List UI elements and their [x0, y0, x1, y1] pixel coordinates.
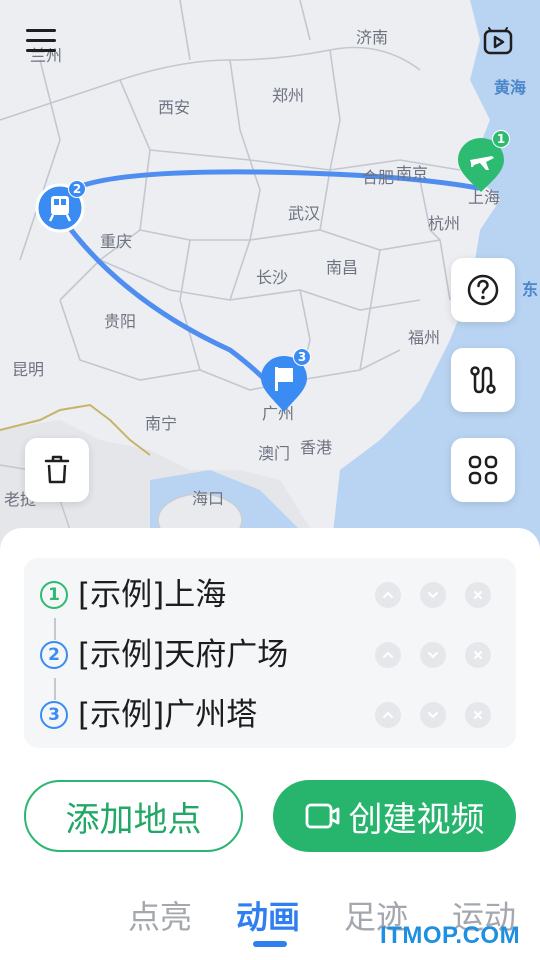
close-icon [474, 651, 482, 659]
marker-badge: 3 [293, 348, 311, 366]
video-camera-icon [305, 803, 339, 829]
city-label: 武汉 [288, 204, 321, 223]
city-label: 南宁 [145, 414, 178, 433]
stop-item[interactable]: 2 [示例]天府广场 [24, 630, 516, 680]
city-label: 南昌 [326, 258, 359, 277]
city-label: 贵阳 [104, 312, 137, 331]
route-button[interactable] [451, 348, 515, 412]
marker-plane[interactable]: 1 [456, 130, 510, 194]
video-play-icon [483, 27, 513, 55]
stop-number: 1 [40, 581, 68, 609]
move-up-button[interactable] [375, 702, 401, 728]
move-down-button[interactable] [420, 582, 446, 608]
hamburger-icon [26, 29, 56, 52]
delete-button[interactable] [25, 438, 89, 502]
marker-flag[interactable]: 3 [259, 348, 311, 414]
remove-stop-button[interactable] [465, 642, 491, 668]
close-icon [474, 591, 482, 599]
city-label: 济南 [356, 28, 389, 47]
city-label: 福州 [408, 328, 441, 347]
help-button[interactable] [451, 258, 515, 322]
move-up-button[interactable] [375, 642, 401, 668]
marker-train[interactable]: 2 [34, 180, 86, 234]
move-down-button[interactable] [420, 642, 446, 668]
close-icon [474, 711, 482, 719]
create-video-label: 创建视频 [348, 799, 485, 840]
city-label: 东 [522, 280, 539, 299]
stop-list: 1 [示例]上海 2 [示例]天府广场 3 [示例]广州塔 [24, 558, 516, 748]
stop-item[interactable]: 1 [示例]上海 [24, 570, 516, 620]
tab-animation[interactable]: 动画 [236, 892, 300, 938]
city-label: 重庆 [100, 232, 133, 251]
tab-light-up[interactable]: 点亮 [128, 892, 192, 938]
watermark: ITMOP.COM [380, 922, 521, 949]
stop-number: 3 [40, 701, 68, 729]
chevron-down-icon [428, 712, 438, 719]
menu-button[interactable] [24, 26, 58, 56]
move-down-button[interactable] [420, 702, 446, 728]
chevron-down-icon [428, 592, 438, 599]
city-label: 西安 [158, 98, 191, 117]
city-label: 海口 [192, 489, 225, 508]
add-place-button[interactable]: 添加地点 [24, 780, 243, 852]
city-label: 长沙 [256, 268, 289, 287]
remove-stop-button[interactable] [465, 582, 491, 608]
grid-icon [468, 455, 498, 485]
city-label: 郑州 [272, 86, 305, 105]
stop-name: [示例]天府广场 [78, 637, 289, 673]
stop-name: [示例]广州塔 [78, 697, 258, 733]
trash-icon [44, 455, 70, 484]
apps-button[interactable] [451, 438, 515, 502]
move-up-button[interactable] [375, 582, 401, 608]
route-icon [470, 366, 496, 394]
chevron-up-icon [383, 651, 393, 658]
remove-stop-button[interactable] [465, 702, 491, 728]
create-video-button[interactable]: 创建视频 [273, 780, 516, 852]
marker-badge: 2 [68, 180, 86, 198]
city-label: 香港 [300, 438, 333, 457]
stop-item[interactable]: 3 [示例]广州塔 [24, 690, 516, 740]
chevron-down-icon [428, 652, 438, 659]
marker-badge: 1 [492, 130, 510, 148]
map-view[interactable]: 兰州 济南 黄海 西安 郑州 合肥 南京 上海 杭州 武汉 重庆 长沙 南昌东贵阳 福州 昆明 南宁 广州 澳门香… [0, 0, 540, 560]
question-icon [467, 274, 499, 306]
city-label: 南京 [396, 164, 429, 183]
city-label: 昆明 [12, 360, 45, 379]
city-label: 合肥 [362, 168, 395, 187]
chevron-up-icon [383, 711, 393, 718]
stop-name: [示例]上海 [78, 577, 227, 613]
city-label: 澳门 [258, 444, 291, 463]
chevron-up-icon [383, 591, 393, 598]
active-tab-indicator [253, 941, 287, 947]
stop-number: 2 [40, 641, 68, 669]
video-library-button[interactable] [480, 24, 516, 60]
city-label: 黄海 [494, 78, 527, 97]
city-label: 杭州 [428, 214, 461, 233]
